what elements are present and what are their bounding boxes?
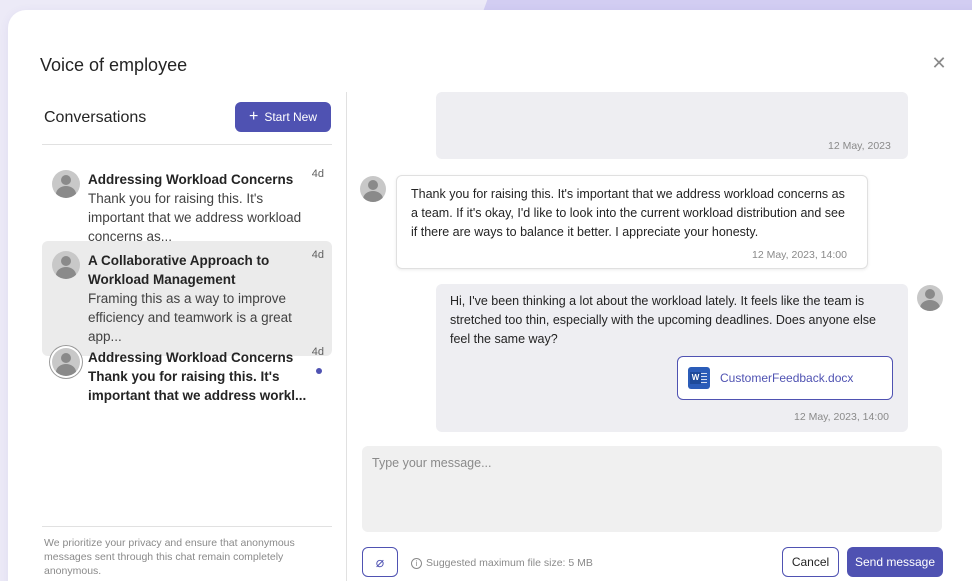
conversation-time: 4d — [311, 346, 324, 358]
start-new-label: Start New — [264, 110, 318, 124]
info-icon: i — [411, 557, 422, 569]
cancel-button[interactable]: Cancel — [782, 547, 839, 577]
dialog-title: Voice of employee — [40, 55, 188, 75]
conversation-time: 4d — [311, 168, 324, 180]
file-attachment[interactable]: W CustomerFeedback.docx — [677, 356, 893, 400]
attach-file-button[interactable]: ⌀ — [362, 547, 398, 577]
message-input[interactable] — [362, 446, 942, 532]
paperclip-icon: ⌀ — [375, 553, 385, 570]
conversations-header: Conversations — [44, 109, 147, 126]
avatar — [52, 348, 80, 376]
start-new-button[interactable]: + Start New — [235, 102, 331, 132]
conversation-title: A Collaborative Approach to Workload Man… — [88, 253, 270, 287]
divider — [42, 144, 332, 145]
conversation-title: Addressing Workload Concerns — [88, 350, 294, 365]
message-timestamp: 12 May, 2023, 14:00 — [794, 411, 889, 423]
close-icon[interactable]: ✕ — [930, 54, 948, 72]
conversations-panel: Conversations + Start New Addressing Wor… — [32, 90, 342, 581]
conversation-snippet: Thank you for raising this. It's importa… — [88, 369, 307, 403]
message-text: Hi, I've been thinking a lot about the w… — [450, 294, 876, 346]
conversation-time: 4d — [311, 249, 324, 261]
conversation-snippet: Thank you for raising this. It's importa… — [88, 191, 302, 244]
message-text: Thank you for raising this. It's importa… — [411, 187, 845, 239]
message-timestamp: 12 May, 2023 — [828, 140, 891, 152]
avatar — [360, 176, 386, 202]
hint-text: Suggested maximum file size: 5 MB — [426, 557, 593, 569]
panel-divider — [346, 92, 347, 581]
file-size-hint: i Suggested maximum file size: 5 MB — [411, 557, 593, 569]
word-document-icon: W — [688, 367, 710, 389]
conversation-title: Addressing Workload Concerns — [88, 172, 294, 187]
conversation-item[interactable]: Addressing Workload Concerns Thank you f… — [42, 338, 332, 415]
attachment-name: CustomerFeedback.docx — [720, 371, 854, 385]
avatar — [52, 170, 80, 198]
send-message-button[interactable]: Send message — [847, 547, 943, 577]
unread-indicator — [316, 368, 322, 374]
avatar — [52, 251, 80, 279]
avatar — [917, 285, 943, 311]
privacy-note: We prioritize your privacy and ensure th… — [44, 537, 295, 577]
plus-icon: + — [248, 108, 259, 125]
message-timestamp: 12 May, 2023, 14:00 — [752, 249, 847, 261]
divider — [42, 526, 332, 527]
